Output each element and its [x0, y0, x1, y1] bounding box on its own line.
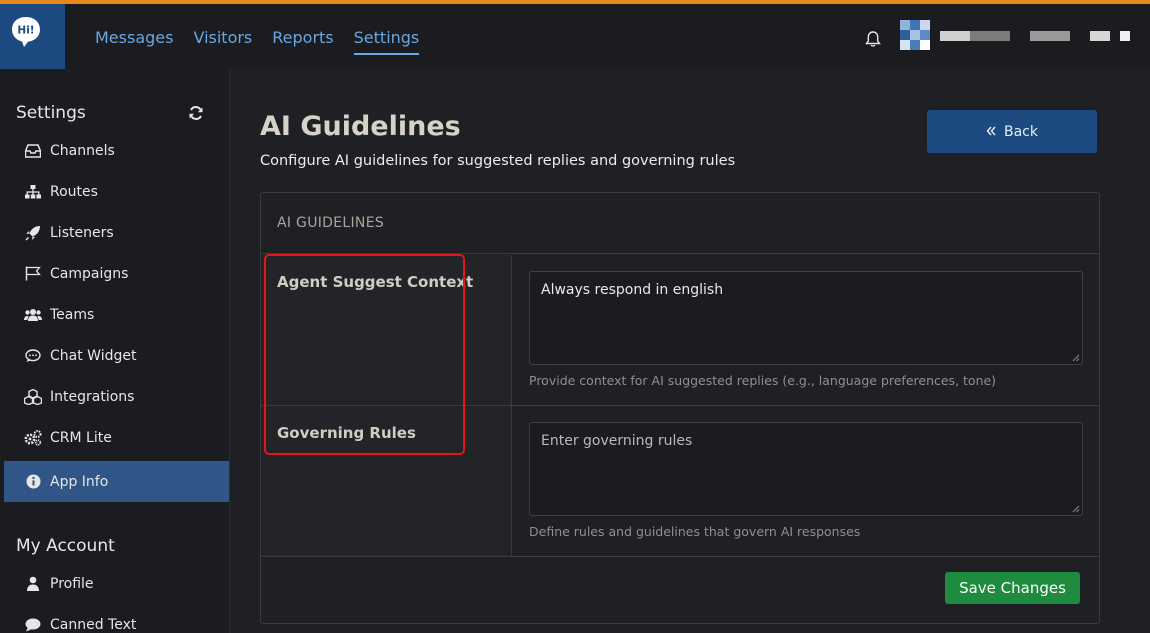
page-title: AI Guidelines — [260, 111, 461, 142]
page-subtitle: Configure AI guidelines for suggested re… — [260, 153, 736, 169]
panel-heading: AI GUIDELINES — [261, 193, 1099, 254]
sitemap-icon — [24, 184, 42, 200]
field-help-text: Define rules and guidelines that govern … — [529, 524, 861, 539]
double-chevron-left-icon — [986, 124, 996, 140]
sidebar-item-label: Profile — [50, 575, 94, 592]
sidebar-item-routes[interactable]: Routes — [4, 171, 229, 212]
sidebar-item-label: Canned Text — [50, 616, 137, 633]
sidebar-item-teams[interactable]: Teams — [4, 294, 229, 335]
back-button-label: Back — [1004, 123, 1038, 140]
cubes-icon — [24, 388, 42, 405]
nav-messages[interactable]: Messages — [95, 25, 173, 49]
governing-rules-textarea[interactable]: Enter governing rules — [529, 422, 1083, 516]
info-circle-icon — [24, 474, 42, 490]
sidebar-item-label: Integrations — [50, 388, 135, 405]
sidebar-settings-heading: Settings — [16, 103, 86, 123]
bell-icon[interactable] — [864, 30, 882, 52]
sidebar-item-campaigns[interactable]: Campaigns — [4, 253, 229, 294]
sidebar-item-crm-lite[interactable]: CRM Lite — [4, 417, 229, 458]
sidebar-item-label: Channels — [50, 142, 115, 159]
resize-grip-icon[interactable] — [1072, 505, 1080, 513]
settings-sidebar: Settings Channels Routes Listeners Campa… — [0, 69, 230, 633]
refresh-icon[interactable] — [188, 105, 204, 125]
cogs-icon — [24, 429, 42, 446]
sidebar-item-label: Routes — [50, 183, 98, 200]
sidebar-item-canned-text[interactable]: Canned Text — [4, 604, 229, 633]
flag-icon — [24, 266, 42, 282]
sidebar-item-label: Chat Widget — [50, 347, 137, 364]
textarea-value: Always respond in english — [541, 282, 724, 298]
svg-text:Hi!: Hi! — [17, 25, 34, 37]
users-icon — [24, 307, 42, 323]
nav-settings[interactable]: Settings — [353, 25, 419, 55]
inbox-icon — [24, 143, 42, 159]
sidebar-item-profile[interactable]: Profile — [4, 563, 229, 604]
sidebar-item-listeners[interactable]: Listeners — [4, 212, 229, 253]
sidebar-item-app-info[interactable]: App Info — [4, 461, 229, 502]
comment-icon — [24, 348, 42, 364]
main-nav: Messages Visitors Reports Settings — [95, 4, 419, 69]
sidebar-item-channels[interactable]: Channels — [4, 130, 229, 171]
back-button[interactable]: Back — [927, 110, 1097, 153]
avatar[interactable] — [900, 20, 930, 50]
sidebar-item-label: Campaigns — [50, 265, 129, 282]
top-bar: Hi! Messages Visitors Reports Settings — [0, 4, 1150, 69]
chat-bubble-icon — [24, 617, 42, 633]
resize-grip-icon[interactable] — [1072, 354, 1080, 362]
textarea-placeholder: Enter governing rules — [541, 433, 693, 449]
user-icon — [24, 576, 42, 592]
nav-reports[interactable]: Reports — [272, 25, 333, 49]
sidebar-item-label: Teams — [50, 306, 95, 323]
agent-suggest-context-textarea[interactable]: Always respond in english — [529, 271, 1083, 365]
sidebar-item-label: App Info — [50, 473, 109, 490]
app-logo[interactable]: Hi! — [0, 4, 65, 69]
save-changes-button[interactable]: Save Changes — [945, 572, 1080, 604]
sidebar-item-label: Listeners — [50, 224, 114, 241]
logo-bubble-icon: Hi! — [12, 17, 40, 47]
sidebar-item-chat-widget[interactable]: Chat Widget — [4, 335, 229, 376]
sidebar-item-label: CRM Lite — [50, 429, 112, 446]
sidebar-account-heading: My Account — [16, 536, 115, 556]
field-help-text: Provide context for AI suggested replies… — [529, 373, 997, 388]
sidebar-item-integrations[interactable]: Integrations — [4, 376, 229, 417]
annotation-highlight-box — [264, 254, 465, 455]
nav-visitors[interactable]: Visitors — [193, 25, 252, 49]
rocket-icon — [24, 225, 42, 241]
